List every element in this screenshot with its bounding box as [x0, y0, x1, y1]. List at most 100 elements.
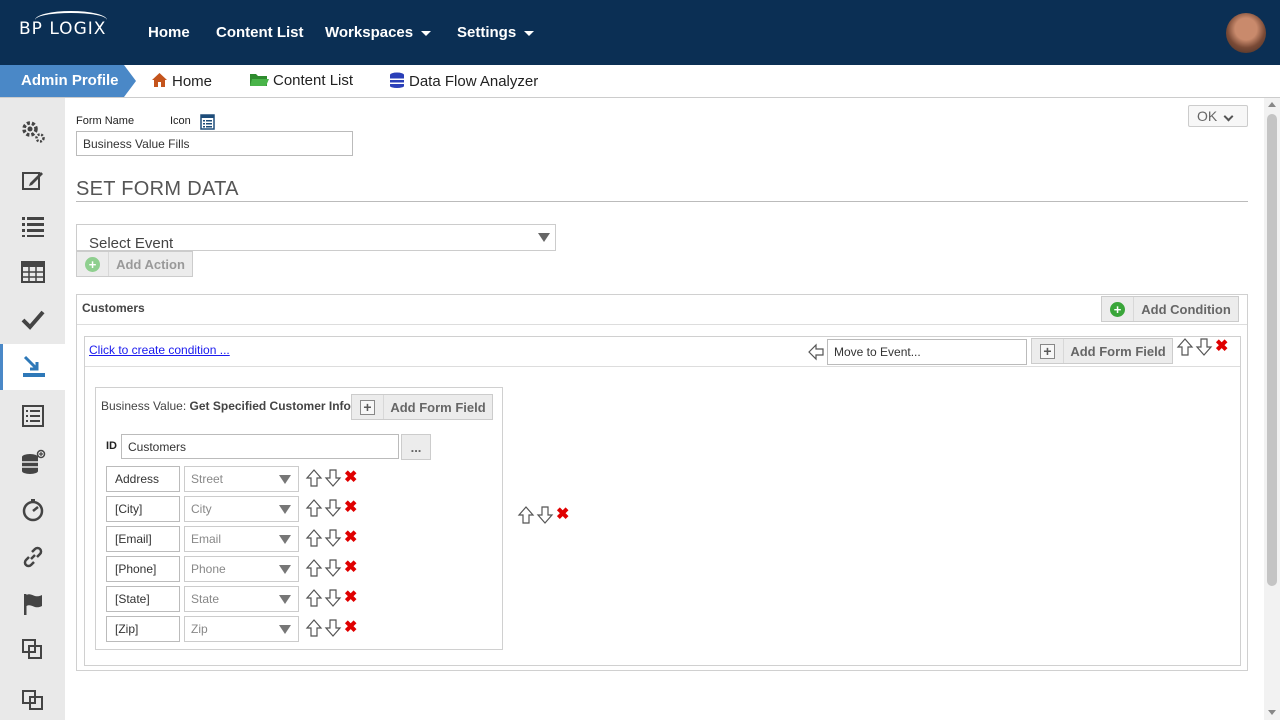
- sidebar-item-data-sources[interactable]: [0, 439, 65, 485]
- sidebar: [0, 98, 65, 720]
- select-event-dropdown[interactable]: Select Event: [76, 224, 556, 251]
- column-select[interactable]: Email: [184, 526, 299, 552]
- nav-home[interactable]: Home: [148, 24, 190, 41]
- delete-icon[interactable]: ✖: [556, 507, 569, 523]
- add-icon: +: [1040, 343, 1055, 359]
- column-select[interactable]: Phone: [184, 556, 299, 582]
- delete-icon[interactable]: ✖: [344, 470, 357, 486]
- folder-icon: [250, 74, 269, 86]
- form-field-input[interactable]: [Email]: [106, 526, 180, 552]
- arrow-up-icon[interactable]: [305, 589, 323, 607]
- form-icon-picker-icon[interactable]: [200, 114, 215, 130]
- sidebar-item-flags[interactable]: [0, 581, 65, 627]
- delete-icon[interactable]: ✖: [344, 500, 357, 516]
- delete-icon[interactable]: ✖: [344, 590, 357, 606]
- list-icon: [21, 217, 44, 237]
- form-name-label: Form Name: [76, 115, 135, 127]
- business-value-title: Business Value: Get Specified Customer I…: [101, 399, 351, 413]
- form-field-input[interactable]: [Phone]: [106, 556, 180, 582]
- create-condition-link[interactable]: Click to create condition ...: [89, 343, 230, 357]
- flag-icon: [23, 594, 42, 615]
- nav-settings[interactable]: Settings: [457, 24, 535, 41]
- arrow-up-icon[interactable]: [305, 529, 323, 547]
- form-field-input[interactable]: [State]: [106, 586, 180, 612]
- column-select[interactable]: Street: [184, 466, 299, 492]
- delete-icon[interactable]: ✖: [344, 530, 357, 546]
- chevron-down-icon: [538, 233, 550, 242]
- breadcrumb-data-flow-analyzer[interactable]: Data Flow Analyzer: [389, 72, 538, 90]
- check-icon: [21, 310, 45, 330]
- add-form-field-button[interactable]: + Add Form Field: [1031, 338, 1173, 364]
- page-title: SET FORM DATA: [76, 178, 239, 200]
- id-input[interactable]: Customers: [121, 434, 399, 459]
- chevron-down-icon: [279, 475, 291, 484]
- nav-workspaces[interactable]: Workspaces: [325, 24, 432, 41]
- chevron-down-icon: [279, 535, 291, 544]
- copy-alt-icon: [21, 690, 43, 710]
- sidebar-item-timer[interactable]: [0, 487, 65, 533]
- divider: [85, 366, 1240, 367]
- sidebar-item-copy-alt[interactable]: [0, 676, 65, 720]
- id-label: ID: [106, 440, 117, 452]
- delete-icon[interactable]: ✖: [344, 560, 357, 576]
- user-avatar[interactable]: [1226, 13, 1266, 53]
- arrow-up-icon[interactable]: [305, 559, 323, 577]
- scroll-down-icon[interactable]: [1268, 710, 1276, 715]
- arrow-up-icon[interactable]: [517, 506, 535, 524]
- form-field-input[interactable]: [Zip]: [106, 616, 180, 642]
- arrow-down-icon[interactable]: [324, 529, 342, 547]
- browse-button[interactable]: ...: [401, 434, 431, 460]
- scrollbar[interactable]: [1264, 98, 1280, 720]
- arrow-down-icon[interactable]: [536, 506, 554, 524]
- scroll-up-icon[interactable]: [1268, 102, 1276, 107]
- sidebar-item-tasks[interactable]: [0, 296, 65, 342]
- chevron-down-icon: [279, 595, 291, 604]
- sidebar-item-settings[interactable]: [0, 109, 65, 155]
- column-select[interactable]: State: [184, 586, 299, 612]
- move-to-event-input[interactable]: Move to Event...: [827, 339, 1027, 365]
- form-name-input[interactable]: Business Value Fills: [76, 131, 353, 156]
- sidebar-item-table[interactable]: [0, 249, 65, 295]
- arrow-down-icon[interactable]: [324, 619, 342, 637]
- customers-panel-header: [77, 295, 1247, 325]
- sidebar-item-documents[interactable]: [0, 393, 65, 439]
- breadcrumb-admin-profile[interactable]: Admin Profile: [0, 65, 136, 97]
- arrow-down-icon[interactable]: [324, 499, 342, 517]
- scroll-thumb[interactable]: [1267, 114, 1277, 586]
- form-field-input[interactable]: [City]: [106, 496, 180, 522]
- arrow-down-icon[interactable]: [324, 469, 342, 487]
- delete-icon[interactable]: ✖: [1215, 339, 1228, 355]
- arrow-down-icon[interactable]: [324, 559, 342, 577]
- add-condition-button[interactable]: + Add Condition: [1101, 296, 1239, 322]
- arrow-up-icon[interactable]: [1176, 338, 1194, 356]
- chevron-down-icon: [524, 30, 535, 36]
- add-form-field-button[interactable]: + Add Form Field: [351, 394, 493, 420]
- database-icon: [390, 72, 404, 88]
- breadcrumb-content-list[interactable]: Content List: [249, 72, 353, 89]
- breadcrumb-home[interactable]: Home: [151, 72, 212, 90]
- column-select[interactable]: Zip: [184, 616, 299, 642]
- sidebar-item-links[interactable]: [0, 534, 65, 580]
- icon-label: Icon: [170, 115, 191, 127]
- ok-button[interactable]: OK: [1188, 105, 1248, 127]
- sidebar-item-import[interactable]: [0, 344, 65, 390]
- column-select[interactable]: City: [184, 496, 299, 522]
- arrow-down-icon[interactable]: [324, 589, 342, 607]
- add-icon: +: [1110, 301, 1125, 317]
- chevron-down-icon: [279, 565, 291, 574]
- arrow-up-icon[interactable]: [305, 469, 323, 487]
- arrow-down-icon[interactable]: [1195, 338, 1213, 356]
- delete-icon[interactable]: ✖: [344, 620, 357, 636]
- logo[interactable]: BP LOGIX: [19, 11, 107, 39]
- sidebar-item-edit[interactable]: [0, 157, 65, 203]
- sidebar-item-copy[interactable]: [0, 627, 65, 673]
- nav-content-list[interactable]: Content List: [216, 24, 304, 41]
- sidebar-item-list[interactable]: [0, 203, 65, 249]
- arrow-left-icon[interactable]: [807, 343, 825, 361]
- arrow-up-icon[interactable]: [305, 499, 323, 517]
- form-field-input[interactable]: Address: [106, 466, 180, 492]
- add-action-button[interactable]: + Add Action: [76, 251, 193, 277]
- arrow-up-icon[interactable]: [305, 619, 323, 637]
- logo-arc: [35, 11, 107, 29]
- chevron-down-icon: [279, 625, 291, 634]
